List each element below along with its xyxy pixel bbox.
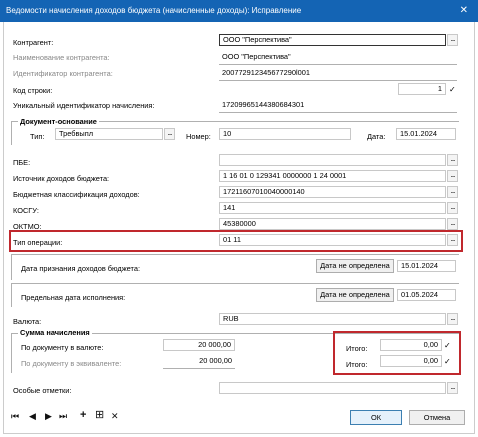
divider [219, 112, 457, 113]
divider [163, 368, 235, 369]
tip-operacii-field[interactable]: 01 11 [219, 234, 446, 246]
pbe-label: ПБЕ: [13, 158, 31, 167]
pbe-select-button[interactable]: ... [447, 154, 458, 166]
divider [219, 64, 457, 65]
oktmo-select-button[interactable]: ... [447, 218, 458, 230]
valyuta-field[interactable]: RUB [219, 313, 446, 325]
valyuta-label: Валюта: [13, 317, 42, 326]
kosgu-field[interactable]: 141 [219, 202, 446, 214]
valyuta-select-button[interactable]: ... [447, 313, 458, 325]
itogo1-label: Итого: [346, 344, 368, 353]
kontragent-label: Контрагент: [13, 38, 54, 47]
uin-value: 17209965144380684301 [222, 100, 305, 109]
doc-data-field[interactable]: 15.01.2024 [396, 128, 456, 140]
document-basis-group-label: Документ-основание [18, 116, 99, 127]
doc-nomer-label: Номер: [186, 132, 211, 141]
id-kontragenta-value: 200772912345677290l001 [222, 68, 310, 77]
doc-tip-label: Тип: [30, 132, 45, 141]
tip-operacii-label: Тип операции: [13, 238, 63, 247]
window-titlebar: Ведомости начисления доходов бюджета (на… [0, 0, 478, 22]
po-dok-valute-field[interactable]: 20 000,00 [163, 339, 235, 351]
kontragent-field[interactable]: ООО "Перспектива" [219, 34, 446, 46]
predelnaya-data-label: Предельная дата исполнения: [21, 293, 126, 302]
uin-label: Уникальный идентификатор начисления: [13, 101, 155, 110]
delete-record-icon[interactable]: ✕ [111, 410, 119, 422]
kosgu-select-button[interactable]: ... [447, 202, 458, 214]
close-icon[interactable]: ✕ [460, 0, 468, 22]
bk-dohodov-label: Бюджетная классификация доходов: [13, 190, 140, 199]
data-priznaniya-label: Дата признания доходов бюджета: [21, 264, 141, 273]
itogo1-field[interactable]: 0,00 [380, 339, 442, 351]
check-icon[interactable]: ✓ [449, 84, 456, 95]
doc-nomer-field[interactable]: 10 [219, 128, 351, 140]
istochnik-field[interactable]: 1 16 01 0 129341 0000000 1 24 0001 [219, 170, 446, 182]
itogo2-field[interactable]: 0,00 [380, 355, 442, 367]
osobye-otmetki-field[interactable] [219, 382, 446, 394]
cancel-button[interactable]: Отмена [409, 410, 465, 425]
data-priznaniya-undefined-button[interactable]: Дата не определена [316, 259, 394, 273]
window-title: Ведомости начисления доходов бюджета (на… [6, 6, 302, 15]
prev-record-icon[interactable]: ◀ [29, 410, 36, 422]
oktmo-field[interactable]: 45380000 [219, 218, 446, 230]
last-record-icon[interactable]: ⏭ [59, 410, 67, 422]
doc-data-label: Дата: [367, 132, 386, 141]
bk-dohodov-select-button[interactable]: ... [447, 186, 458, 198]
predelnaya-data-undefined-button[interactable]: Дата не определена [316, 288, 394, 302]
osobye-otmetki-select-button[interactable]: ... [447, 382, 458, 394]
itogo2-label: Итого: [346, 360, 368, 369]
po-dok-valute-label: По документу в валюте: [21, 343, 104, 352]
predelnaya-data-field[interactable]: 01.05.2024 [397, 289, 456, 301]
divider [219, 80, 457, 81]
check-icon[interactable]: ✓ [444, 356, 451, 367]
istochnik-select-button[interactable]: ... [447, 170, 458, 182]
bk-dohodov-field[interactable]: 17211607010040000140 [219, 186, 446, 198]
kod-stroki-field[interactable]: 1 [398, 83, 446, 95]
istochnik-label: Источник доходов бюджета: [13, 174, 110, 183]
doc-tip-field[interactable]: Требвыпл [55, 128, 163, 140]
kod-stroki-label: Код строки: [13, 86, 53, 95]
ok-button[interactable]: ОК [350, 410, 402, 425]
naim-kontragenta-label: Наименование контрагента: [13, 53, 110, 62]
po-dok-ekv-value: 20 000,00 [199, 356, 232, 365]
next-record-icon[interactable]: ▶ [45, 410, 52, 422]
po-dok-ekv-label: По документу в эквиваленте: [21, 359, 122, 368]
add-copy-record-icon[interactable]: ⊞ [95, 409, 104, 421]
osobye-otmetki-label: Особые отметки: [13, 386, 72, 395]
summa-group-label: Сумма начисления [18, 327, 92, 338]
doc-tip-select-button[interactable]: ... [164, 128, 175, 140]
data-priznaniya-field[interactable]: 15.01.2024 [397, 260, 456, 272]
tip-operacii-select-button[interactable]: ... [447, 234, 458, 246]
add-record-icon[interactable]: + [80, 409, 86, 421]
check-icon[interactable]: ✓ [444, 340, 451, 351]
pbe-field[interactable] [219, 154, 446, 166]
naim-kontragenta-value: ООО "Перспектива" [222, 52, 291, 61]
kosgu-label: КОСГУ: [13, 206, 39, 215]
first-record-icon[interactable]: ⏮ [11, 410, 19, 422]
id-kontragenta-label: Идентификатор контрагента: [13, 69, 113, 78]
kontragent-select-button[interactable]: ... [447, 34, 458, 46]
